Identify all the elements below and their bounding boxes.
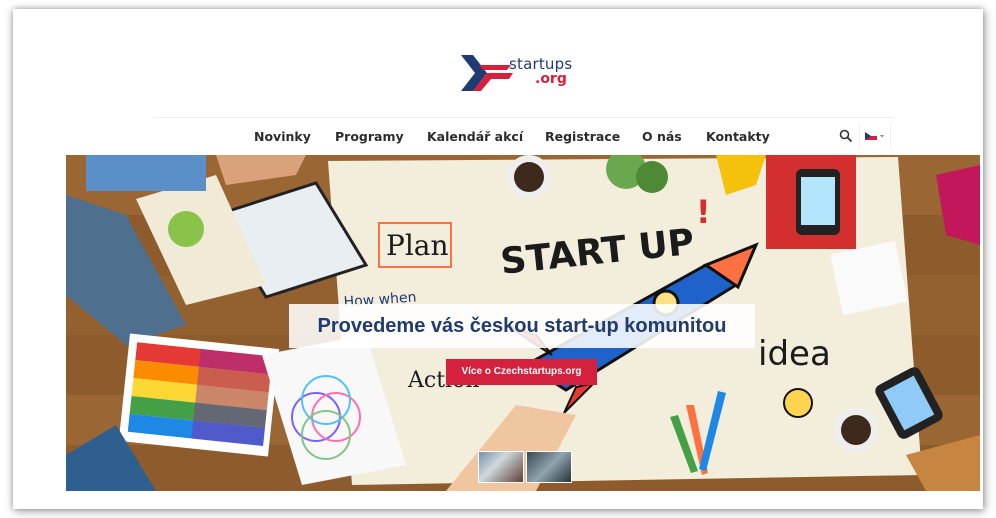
logo-chevron-icon [461, 55, 513, 91]
nav-item-o-nas[interactable]: O nás [642, 129, 682, 144]
art-idea: idea [758, 334, 831, 374]
site-logo[interactable]: startups .org [457, 49, 587, 109]
nav-item-programy[interactable]: Programy [335, 129, 404, 144]
main-nav: Novinky Programy Kalendář akcí Registrac… [153, 117, 893, 154]
art-exclaim: ! [696, 193, 711, 231]
about-cta-button[interactable]: Více o Czechstartups.org [446, 359, 597, 385]
czech-flag-icon [864, 131, 884, 140]
hero-banner: START UP ! Plan How when idea Action Pro… [66, 155, 980, 491]
nav-item-kalendar[interactable]: Kalendář akcí [427, 129, 523, 144]
slider-thumb-1[interactable] [478, 451, 524, 483]
nav-item-kontakty[interactable]: Kontakty [706, 129, 770, 144]
chevron-down-icon [880, 135, 884, 138]
logo-text-org: .org [535, 71, 567, 87]
page-frame: startups .org Novinky Programy Kalendář … [13, 9, 983, 509]
color-swatch-card [118, 333, 280, 457]
nav-item-registrace[interactable]: Registrace [545, 129, 620, 144]
tagline-box: Provedeme vás českou start-up komunitou [289, 304, 755, 348]
art-plan: Plan [386, 229, 449, 262]
hero-tagline: Provedeme vás českou start-up komunitou [317, 315, 727, 337]
slider-thumb-2[interactable] [526, 451, 572, 483]
language-selector[interactable] [859, 123, 891, 149]
search-icon[interactable] [839, 129, 853, 143]
nav-item-novinky[interactable]: Novinky [254, 129, 311, 144]
